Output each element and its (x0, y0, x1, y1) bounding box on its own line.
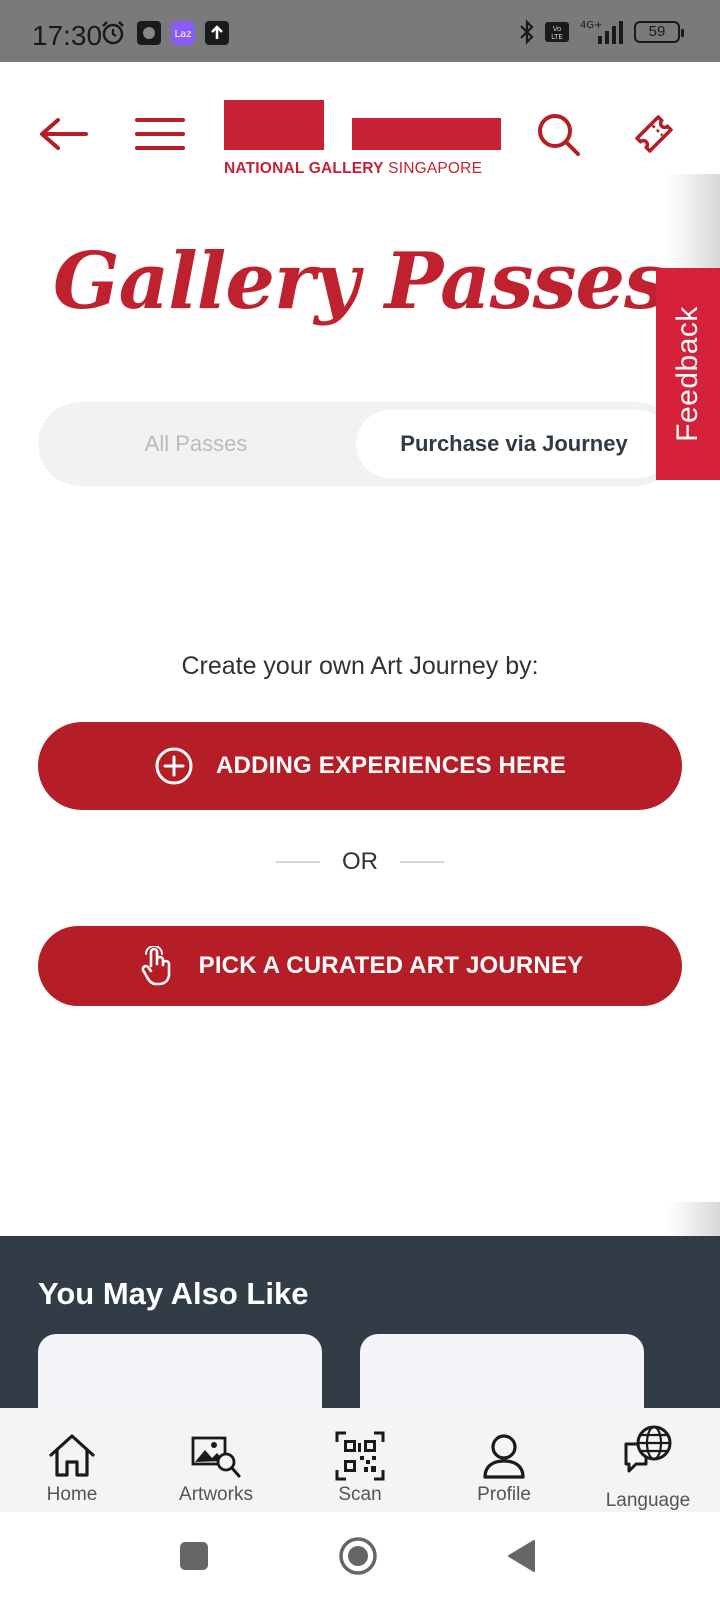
app-header: NATIONAL GALLERY SINGAPORE (0, 62, 720, 212)
or-line-right (400, 861, 444, 863)
menu-button[interactable] (134, 114, 186, 154)
nav-artworks[interactable]: Artworks (144, 1408, 288, 1512)
qr-scan-icon (335, 1431, 385, 1481)
logo-text: NATIONAL GALLERY SINGAPORE (224, 160, 483, 177)
language-icon (624, 1425, 672, 1473)
nav-label-profile: Profile (477, 1484, 531, 1505)
alarm-icon (102, 21, 124, 45)
nav-home[interactable]: Home (0, 1408, 144, 1512)
battery-indicator: 59 (634, 21, 684, 43)
status-bar: 17:30 Laz Vo LTE 4G+ 59 (0, 0, 720, 62)
svg-text:4G+: 4G+ (580, 20, 603, 31)
journey-lead-text: Create your own Art Journey by: (181, 652, 539, 680)
hand-pointer-icon (137, 946, 177, 986)
upload-icon (205, 21, 229, 45)
feedback-button[interactable]: Feedback (656, 268, 720, 480)
ticket-icon (635, 115, 673, 153)
triangle-back-icon (508, 1540, 535, 1572)
menu-icon (135, 118, 185, 150)
home-system-button[interactable] (334, 1532, 382, 1580)
artworks-icon (191, 1436, 241, 1478)
system-navigation-bar (0, 1512, 720, 1600)
profile-icon (483, 1434, 525, 1479)
pick-curated-journey-label: PICK A CURATED ART JOURNEY (198, 952, 584, 979)
recent-apps-button[interactable] (170, 1532, 218, 1580)
back-system-button[interactable] (498, 1532, 546, 1580)
adding-experiences-button[interactable]: ADDING EXPERIENCES HERE (38, 722, 682, 810)
svg-text:LTE: LTE (551, 33, 563, 41)
pass-tabs: All Passes Purchase via Journey (38, 402, 678, 486)
nav-label-scan: Scan (338, 1484, 382, 1505)
status-right: Vo LTE 4G+ 59 (518, 18, 684, 46)
app-notification-icon (137, 21, 161, 45)
search-button[interactable] (534, 110, 582, 158)
tickets-button[interactable] (628, 108, 680, 160)
national-gallery-logo[interactable]: NATIONAL GALLERY SINGAPORE (224, 100, 501, 182)
lazada-icon: Laz (171, 21, 195, 45)
or-label: OR (342, 848, 378, 875)
volte-icon: Vo LTE (545, 22, 569, 42)
signal-icon: 4G+ (580, 20, 623, 44)
nav-profile[interactable]: Profile (432, 1408, 576, 1512)
page-title: Gallery Passes (52, 236, 668, 327)
tab-purchase-via-journey[interactable]: Purchase via Journey (356, 410, 672, 478)
nav-label-home: Home (46, 1484, 98, 1505)
nav-label-artworks: Artworks (179, 1484, 253, 1505)
svg-text:Laz: Laz (175, 29, 192, 40)
nav-scan[interactable]: Scan (288, 1408, 432, 1512)
you-may-also-like-section: You May Also Like (0, 1236, 720, 1408)
circle-icon (339, 1537, 377, 1575)
home-icon (49, 1434, 95, 1477)
back-button[interactable] (36, 114, 90, 154)
status-time: 17:30 (32, 20, 103, 51)
square-icon (180, 1542, 208, 1570)
nav-label-language: Language (605, 1490, 691, 1511)
add-circle-icon (154, 746, 194, 786)
or-line-left (276, 861, 320, 863)
recommendation-card[interactable] (360, 1334, 644, 1408)
adding-experiences-label: ADDING EXPERIENCES HERE (216, 752, 566, 779)
pick-curated-journey-button[interactable]: PICK A CURATED ART JOURNEY (38, 926, 682, 1006)
svg-text:Vo: Vo (553, 25, 562, 33)
feedback-label: Feedback (671, 306, 704, 442)
bottom-navigation: Home Artworks Scan Profile Language (0, 1408, 720, 1512)
you-may-also-like-title: You May Also Like (38, 1276, 309, 1311)
or-divider: OR (0, 848, 720, 876)
recommendation-card[interactable] (38, 1334, 322, 1408)
scroll-shadow-bottom (668, 1202, 720, 1236)
back-arrow-icon (40, 118, 88, 150)
tab-all-passes[interactable]: All Passes (46, 410, 346, 478)
logo-block-right (352, 118, 501, 150)
nav-language[interactable]: Language (576, 1408, 720, 1512)
bluetooth-icon (520, 19, 534, 45)
logo-block-left (224, 100, 324, 150)
search-icon (538, 114, 580, 156)
